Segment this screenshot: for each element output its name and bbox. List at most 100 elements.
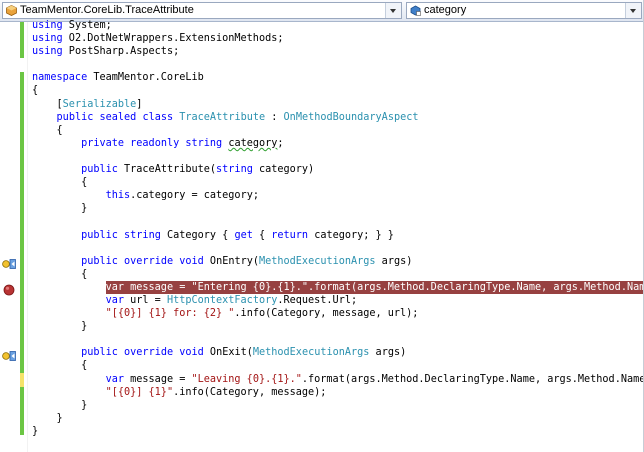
code-token: get	[234, 229, 253, 241]
code-line[interactable]: public sealed class TraceAttribute : OnM…	[32, 111, 644, 124]
code-token: public	[56, 111, 94, 123]
field-icon	[410, 5, 421, 16]
code-line[interactable]: }	[32, 425, 644, 438]
code-token: }	[32, 412, 63, 424]
member-dropdown-label: category	[424, 4, 467, 16]
member-dropdown[interactable]: category	[406, 2, 642, 19]
code-token: {	[32, 124, 63, 136]
code-token: namespace	[32, 72, 88, 84]
code-line[interactable]: ​	[32, 150, 644, 163]
code-line[interactable]: {	[32, 176, 644, 189]
change-tracking-unsaved	[20, 373, 24, 387]
code-line[interactable]: var message = "Entering {0}.{1}.".format…	[32, 280, 644, 294]
code-line[interactable]: namespace TeamMentor.CoreLib	[32, 71, 644, 84]
code-token: System;	[62, 20, 112, 31]
code-token: OnExit(	[203, 347, 253, 359]
code-token: sealed	[99, 111, 137, 123]
type-dropdown-label: TeamMentor.CoreLib.TraceAttribute	[20, 4, 194, 16]
code-line[interactable]: private readonly string category;	[32, 137, 644, 150]
code-token: OnMethodBoundaryAspect	[283, 111, 419, 123]
code-line[interactable]: ​	[32, 215, 644, 228]
code-token: "[{0}] {1} for: {2} "	[105, 308, 235, 320]
code-token: TraceAttribute	[179, 111, 266, 123]
code-token: message =	[124, 373, 192, 385]
code-token: public	[81, 164, 118, 176]
code-line[interactable]: using System;	[32, 19, 644, 32]
code-line[interactable]: public override void OnEntry(MethodExecu…	[32, 255, 644, 268]
breakpoint-highlight: var message = "Entering {0}.{1}.".format…	[105, 280, 644, 294]
override-marker-icon[interactable]	[2, 350, 17, 362]
code-token: .Request.Url;	[277, 294, 358, 306]
code-line[interactable]: "[{0}] {1} for: {2} ".info(Category, mes…	[32, 307, 644, 320]
code-line[interactable]: ​	[32, 58, 644, 71]
code-line[interactable]: {	[32, 359, 644, 372]
code-token: }	[32, 203, 88, 215]
code-line[interactable]: "[{0}] {1}".info(Category, message);	[32, 386, 644, 399]
code-line[interactable]: }	[32, 399, 644, 412]
code-token: :	[265, 111, 284, 123]
code-token: TeamMentor.CoreLib	[87, 72, 204, 84]
code-token: public	[81, 255, 118, 267]
breakpoint-icon[interactable]	[3, 284, 15, 296]
code-token: using	[32, 46, 63, 58]
code-token: {	[32, 85, 39, 97]
chevron-down-icon[interactable]	[385, 3, 401, 18]
code-token: public	[81, 347, 118, 359]
code-token: var	[105, 294, 125, 306]
code-line[interactable]: }	[32, 412, 644, 425]
code-token: MethodExecutionArgs	[252, 347, 370, 359]
code-token: }	[32, 399, 88, 411]
code-token: using	[32, 20, 63, 31]
indicator-margin[interactable]	[0, 22, 19, 452]
code-token: .format(args.Method.DeclaringType.Name, …	[301, 373, 644, 385]
code-token: .info(Category, message);	[173, 386, 327, 398]
code-token: string	[216, 164, 253, 176]
type-dropdown[interactable]: TeamMentor.CoreLib.TraceAttribute	[2, 2, 402, 19]
code-token: HttpContextFactory	[166, 294, 278, 306]
code-line[interactable]: ​	[32, 242, 644, 255]
code-token: readonly	[130, 137, 180, 149]
code-token: "Leaving {0}.{1}."	[191, 373, 302, 385]
code-line[interactable]: this.category = category;	[32, 189, 644, 202]
outlining-margin[interactable]	[27, 22, 28, 452]
code-line[interactable]: using PostSharp.Aspects;	[32, 45, 644, 58]
code-line[interactable]: var message = "Leaving {0}.{1}.".format(…	[32, 373, 644, 386]
chevron-down-icon[interactable]	[625, 3, 641, 18]
code-line[interactable]: public override void OnExit(MethodExecut…	[32, 346, 644, 359]
code-line[interactable]: [Serializable]	[32, 98, 644, 111]
code-line[interactable]: var url = HttpContextFactory.Request.Url…	[32, 294, 644, 307]
code-line[interactable]: }	[32, 320, 644, 333]
code-text[interactable]: using System; using O2.DotNetWrappers.Ext…	[32, 19, 644, 438]
code-token: args)	[369, 347, 407, 359]
change-tracking-saved	[20, 22, 24, 58]
override-marker-icon[interactable]	[2, 258, 17, 270]
code-line[interactable]: public string Category { get { return ca…	[32, 229, 644, 242]
code-token: public	[81, 229, 118, 241]
code-line[interactable]: {	[32, 268, 644, 281]
code-line[interactable]: ​	[32, 333, 644, 346]
code-token: TraceAttribute(	[117, 164, 217, 176]
code-editor[interactable]: using System; using O2.DotNetWrappers.Ext…	[0, 19, 644, 452]
code-token: .category = category;	[130, 190, 259, 202]
code-line[interactable]: using O2.DotNetWrappers.ExtensionMethods…	[32, 32, 644, 45]
code-token: ]	[136, 98, 143, 110]
code-token: Serializable	[62, 98, 137, 110]
code-token: category; } }	[308, 229, 394, 241]
code-line[interactable]: {	[32, 84, 644, 97]
code-line[interactable]: {	[32, 124, 644, 137]
code-line[interactable]: public TraceAttribute(string category)	[32, 163, 644, 176]
code-token: OnEntry(	[203, 255, 259, 267]
code-line[interactable]: }	[32, 202, 644, 215]
code-token: .info(Category, message, url);	[234, 308, 419, 320]
code-token: }	[32, 321, 88, 333]
code-token: override	[124, 347, 174, 359]
code-token: category)	[252, 164, 315, 176]
